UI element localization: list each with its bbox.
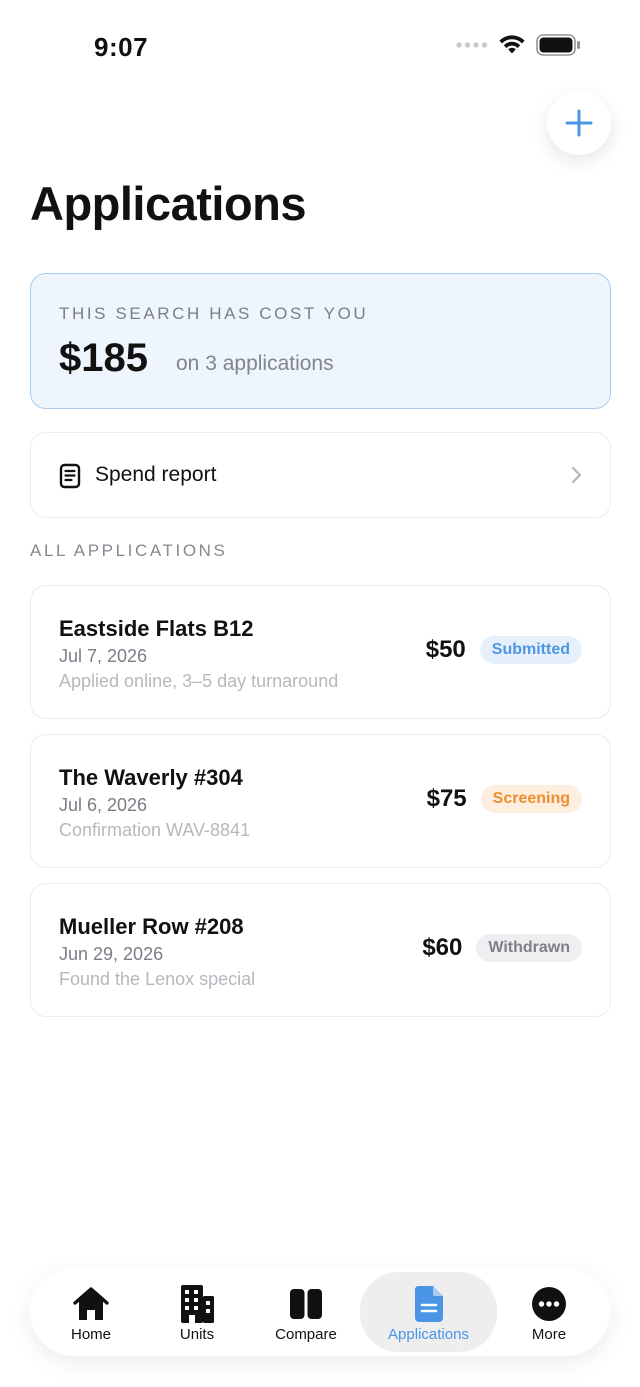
page-title: Applications xyxy=(30,177,307,230)
document-icon xyxy=(414,1286,443,1322)
application-name: The Waverly #304 xyxy=(59,765,243,790)
application-name: Eastside Flats B12 xyxy=(59,616,254,641)
battery-icon xyxy=(536,34,580,56)
application-fee: $60 xyxy=(422,934,463,961)
application-date: Jul 7, 2026 xyxy=(59,646,148,666)
building-icon xyxy=(181,1285,214,1323)
compare-icon xyxy=(290,1289,322,1319)
application-date: Jun 29, 2026 xyxy=(59,944,164,964)
house-icon xyxy=(73,1287,109,1320)
application-card[interactable]: The Waverly #304 Jul 6, 2026 Confirmatio… xyxy=(30,734,611,868)
tab-more[interactable]: More xyxy=(500,1272,598,1352)
application-card[interactable]: Eastside Flats B12 Jul 7, 2026 Applied o… xyxy=(30,585,611,719)
application-name: Mueller Row #208 xyxy=(59,914,244,939)
application-date: Jul 6, 2026 xyxy=(59,795,148,815)
tab-label: Units xyxy=(179,1326,215,1343)
ellipsis-circle-icon xyxy=(532,1287,566,1321)
status-icons xyxy=(456,34,582,56)
add-application-button[interactable] xyxy=(547,91,611,155)
plus-icon xyxy=(565,109,593,137)
tab-label: Applications xyxy=(388,1326,469,1343)
application-note: Confirmation WAV-8841 xyxy=(59,820,251,840)
section-label: ALL APPLICATIONS xyxy=(30,541,228,560)
cost-summary-label: THIS SEARCH HAS COST YOU xyxy=(59,304,369,323)
status-badge: Withdrawn xyxy=(476,934,582,962)
application-note: Found the Lenox special xyxy=(59,969,256,989)
status-badge: Screening xyxy=(480,785,582,813)
tab-home[interactable]: Home xyxy=(42,1272,140,1352)
status-badge: Submitted xyxy=(479,636,582,664)
chevron-right-icon xyxy=(571,466,582,484)
tab-compare[interactable]: Compare xyxy=(254,1272,358,1352)
cost-summary-amount: $185 xyxy=(59,336,148,380)
spend-report-row[interactable]: Spend report xyxy=(30,432,611,518)
application-card[interactable]: Mueller Row #208 Jun 29, 2026 Found the … xyxy=(30,883,611,1017)
tab-applications[interactable]: Applications xyxy=(360,1272,497,1352)
cost-summary-card: THIS SEARCH HAS COST YOU $185 on 3 appli… xyxy=(30,273,611,409)
cost-summary-subtitle: on 3 applications xyxy=(176,352,334,375)
status-bar: 9:07 xyxy=(0,0,640,90)
tab-label: More xyxy=(531,1326,567,1343)
tab-bar: Home Units Compare Applications More xyxy=(30,1268,610,1356)
tab-label: Compare xyxy=(275,1326,337,1343)
application-note: Applied online, 3–5 day turnaround xyxy=(59,671,339,691)
application-fee: $50 xyxy=(425,636,466,663)
cellular-signal-icon xyxy=(456,42,488,48)
tab-units[interactable]: Units xyxy=(148,1272,246,1352)
application-fee: $75 xyxy=(426,785,467,812)
document-list-icon xyxy=(59,463,81,489)
wifi-icon xyxy=(499,35,525,54)
status-time: 9:07 xyxy=(94,32,149,62)
tab-label: Home xyxy=(70,1326,111,1343)
spend-report-label: Spend report xyxy=(95,463,217,486)
